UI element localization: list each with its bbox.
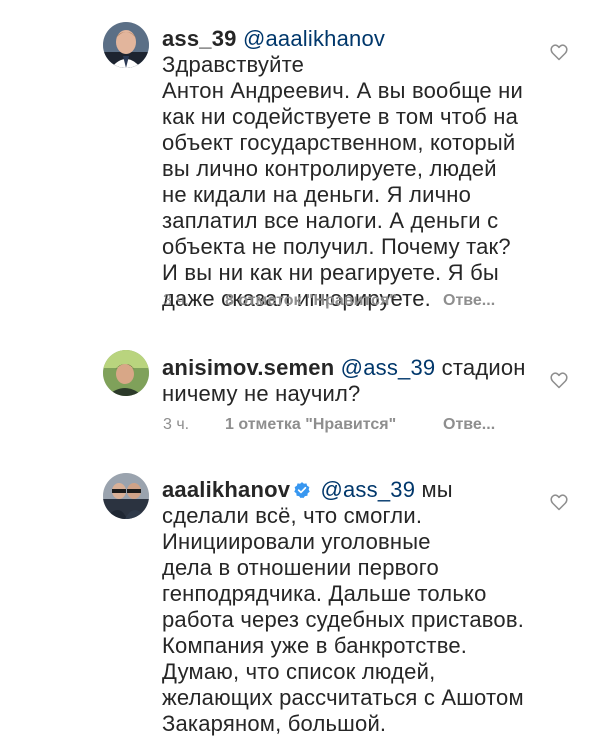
comment-1-line-2: Антон Андреевич. А вы вообще ни [162, 78, 523, 103]
comment-1-likes-link[interactable]: 8 отметок "Нравится" [225, 292, 397, 310]
comment-3-line-9: желающих рассчитаться с Ашотом [162, 685, 524, 710]
comment-2-line-2: ничему не научил? [162, 381, 361, 406]
comment-1-line-5: вы лично контролируете, людей [162, 156, 497, 181]
comment-1-line-9: И вы ни как ни реагируете. Я бы [162, 260, 499, 285]
comment-3-line-3: Инициировали уголовные [162, 529, 431, 554]
avatar-aaalikhanov[interactable] [103, 473, 149, 519]
comment-1-line-7: заплатил все налоги. А деньги с [162, 208, 499, 233]
comment-2-reply-button[interactable]: Отве... [443, 416, 495, 434]
comment-2-line-1: стадион [435, 355, 526, 380]
comment-2-username[interactable]: anisimov.semen [162, 355, 334, 380]
comment-3-line-2: сделали всё, что смогли. [162, 503, 423, 528]
comment-1-reply-button[interactable]: Отве... [443, 292, 495, 310]
comment-3-text: aaalikhanov @ass_39 мы сделали всё, что … [162, 477, 532, 737]
comment-1-username[interactable]: ass_39 [162, 26, 237, 51]
comment-1-line-3: как ни содействуете в том чтоб на [162, 104, 519, 129]
comment-3-line-10: Закаряном, большой. [162, 711, 387, 736]
comment-3-line-1: мы [415, 477, 453, 502]
comment-3-line-8: Думаю, что список людей, [162, 659, 436, 684]
comment-3-mention[interactable]: @ass_39 [320, 477, 415, 502]
heart-outline-icon[interactable] [549, 492, 569, 512]
comment-2-text: anisimov.semen @ass_39 стадион ничему не… [162, 355, 532, 407]
comment-3-line-6: работа через судебных приставов. [162, 607, 525, 632]
comment-1-line-1: Здравствуйте [162, 52, 305, 77]
verified-badge-icon [294, 482, 310, 499]
avatar-ass-39[interactable] [103, 22, 149, 68]
comment-3-username[interactable]: aaalikhanov [162, 477, 290, 502]
comment-2-likes-link[interactable]: 1 отметка "Нравится" [225, 416, 396, 434]
comment-1-time: 3 ч. [163, 292, 190, 309]
heart-outline-icon[interactable] [549, 42, 569, 62]
avatar-anisimov-semen[interactable] [103, 350, 149, 396]
comment-3-line-4: дела в отношении первого [162, 555, 439, 580]
comment-1-line-6: не кидали на деньги. Я лично [162, 182, 472, 207]
comment-1-line-8: объекта не получил. Почему так? [162, 234, 511, 259]
comment-1-line-4: объект государственном, который [162, 130, 516, 155]
comment-3-line-5: генподрядчика. Дальше только [162, 581, 487, 606]
comment-3-line-7: Компания уже в банкротстве. [162, 633, 468, 658]
comment-2-mention[interactable]: @ass_39 [341, 355, 436, 380]
comment-2-time: 3 ч. [163, 416, 190, 433]
heart-outline-icon[interactable] [549, 370, 569, 390]
comment-1-mention[interactable]: @aaalikhanov [243, 26, 385, 51]
comment-1-text: ass_39 @aaalikhanov Здравствуйте Антон А… [162, 26, 532, 312]
